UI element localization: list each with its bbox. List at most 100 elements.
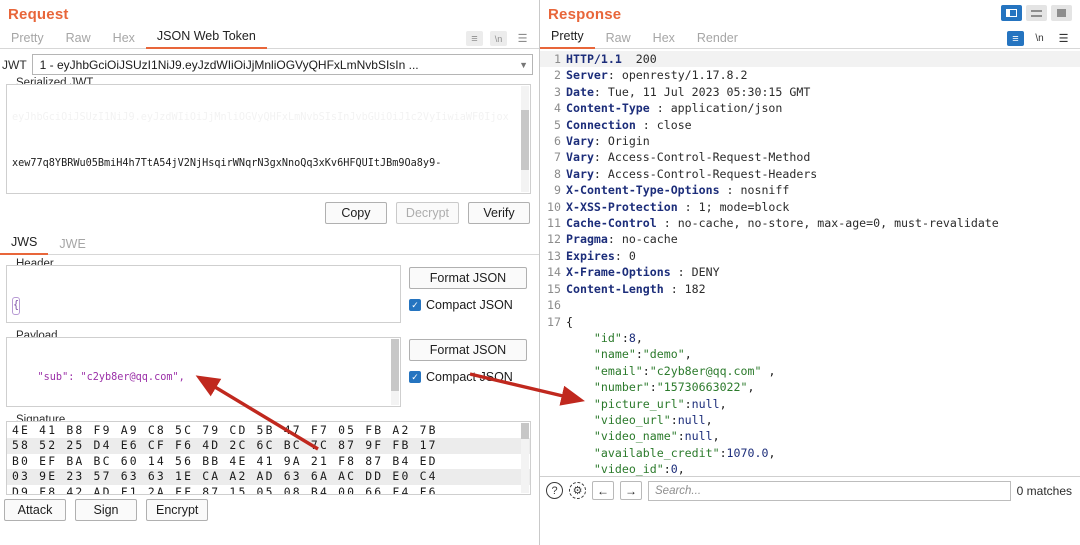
burp-suite-window: Request Pretty Raw Hex JSON Web Token ≡ …	[0, 0, 1080, 545]
header-group: Header { "alg": "RS256" } Format JSON ✓ …	[6, 258, 531, 323]
response-tab-pretty[interactable]: Pretty	[540, 27, 595, 49]
single-view-icon[interactable]	[1051, 5, 1072, 21]
response-line: 1 HTTP/1.1 200	[540, 51, 1080, 68]
line-number: 4	[554, 101, 561, 116]
tab-jwe[interactable]: JWE	[48, 235, 96, 255]
response-title: Response	[548, 6, 622, 23]
request-toolbar-icons: ≡ \n ☰	[466, 31, 539, 48]
line-number: 17	[547, 314, 561, 329]
newline-icon[interactable]: \n	[490, 31, 507, 46]
payload-compact-json-checkbox[interactable]: ✓ Compact JSON	[409, 370, 531, 384]
question-mark-icon[interactable]: ?	[546, 482, 563, 499]
header-side-controls: Format JSON ✓ Compact JSON	[409, 265, 531, 312]
response-line: "name":"demo",	[540, 346, 1080, 362]
line-number: 7	[554, 150, 561, 165]
response-body[interactable]: 1 HTTP/1.1 200 2 Server: openresty/1.17.8.2…	[540, 49, 1080, 504]
response-line: 9 X-Content-Type-Options : nosniff	[540, 182, 1080, 198]
request-tab-pretty[interactable]: Pretty	[0, 29, 55, 49]
line-content: "id":8,	[593, 330, 643, 345]
signature-scrollbar-thumb[interactable]	[521, 423, 529, 439]
line-content: "email":"c2yb8er@qq.com" ,	[593, 363, 776, 378]
response-toolbar-icons: ≡ \n ☰	[1007, 31, 1080, 48]
request-tab-json-web-token[interactable]: JSON Web Token	[145, 27, 267, 49]
line-content: "video_url":null,	[593, 412, 713, 427]
tab-jws[interactable]: JWS	[0, 233, 49, 255]
arrow-left-icon[interactable]: ←	[592, 481, 614, 500]
newline-icon[interactable]: \n	[1031, 31, 1048, 46]
signature-scrollbar[interactable]	[521, 423, 529, 493]
signature-row: B0 EF BA BC 60 14 56 BB 4E 41 9A 21 F8 8…	[12, 453, 438, 468]
jwt-bottom-buttons: Attack Sign Encrypt	[0, 495, 539, 521]
menu-icon[interactable]: ☰	[514, 31, 531, 46]
payload-compact-json-label: Compact JSON	[426, 370, 513, 384]
line-number: 5	[554, 117, 561, 132]
response-tab-hex[interactable]: Hex	[642, 29, 686, 49]
response-line: 3 Date: Tue, 11 Jul 2023 05:30:15 GMT	[540, 84, 1080, 100]
search-placeholder: Search...	[655, 484, 702, 497]
line-number: 11	[547, 216, 561, 231]
payload-scrollbar-thumb[interactable]	[391, 339, 399, 391]
response-tab-raw[interactable]: Raw	[595, 29, 642, 49]
split-view-icon[interactable]	[1001, 5, 1022, 21]
arrow-right-icon[interactable]: →	[620, 481, 642, 500]
line-number	[540, 363, 566, 379]
scrollbar-thumb[interactable]	[521, 110, 529, 170]
signature-hex-view[interactable]: 4E 41 B8 F9 A9 C8 5C 79 CD 5B 47 F7 05 F…	[6, 421, 531, 495]
jws-jwe-tabbar: JWS JWE	[0, 233, 539, 255]
serialized-jwt-textarea[interactable]: eyJhbGciOiJSUzI1NiJ9.eyJzdWIiOiJjMnliOGV…	[6, 84, 531, 194]
line-content: Cache-Control : no-cache, no-store, max-…	[566, 216, 999, 231]
copy-button[interactable]: Copy	[324, 202, 387, 224]
payload-scrollbar[interactable]	[391, 339, 399, 405]
payload-format-json-button[interactable]: Format JSON	[409, 339, 527, 361]
line-content: Vary: Origin	[566, 134, 650, 149]
request-tab-hex[interactable]: Hex	[102, 29, 146, 49]
header-format-json-button[interactable]: Format JSON	[409, 267, 527, 289]
response-line: "id":8,	[540, 330, 1080, 346]
serialized-scrollbar[interactable]	[521, 86, 529, 192]
word-wrap-icon[interactable]: ≡	[466, 31, 483, 46]
jwt-payload-editor[interactable]: "sub": "c2yb8er@qq.com", "role": "user",…	[6, 337, 401, 407]
response-line: 13 Expires: 0	[540, 248, 1080, 264]
serialized-jwt-group: Serialized JWT eyJhbGciOiJSUzI1NiJ9.eyJz…	[6, 77, 531, 194]
view-mode-buttons	[1001, 0, 1080, 21]
word-wrap-icon[interactable]: ≡	[1007, 31, 1024, 46]
jwt-select-value: 1 - eyJhbGciOiJSUzI1NiJ9.eyJzdWIiOiJjMnl…	[39, 57, 419, 72]
sign-button[interactable]: Sign	[75, 499, 137, 521]
chevron-down-icon: ▼	[519, 59, 528, 70]
line-number	[540, 445, 566, 461]
jwt-selector-row: JWT 1 - eyJhbGciOiJSUzI1NiJ9.eyJzdWIiOiJ…	[0, 49, 539, 78]
header-compact-json-label: Compact JSON	[426, 298, 513, 312]
line-number: 12	[547, 232, 561, 247]
jwt-label: JWT	[2, 57, 27, 72]
response-line: "picture_url":null,	[540, 396, 1080, 412]
rows-view-icon[interactable]	[1026, 5, 1047, 21]
response-line: 6 Vary: Origin	[540, 133, 1080, 149]
request-tab-raw[interactable]: Raw	[55, 29, 102, 49]
match-count-label: 0 matches	[1016, 483, 1072, 498]
encrypt-button[interactable]: Encrypt	[146, 499, 209, 521]
response-tab-render[interactable]: Render	[686, 29, 749, 49]
search-input[interactable]: Search...	[648, 480, 1011, 501]
response-line: 15 Content-Length : 182	[540, 281, 1080, 297]
jwt-header-editor[interactable]: { "alg": "RS256" }	[6, 265, 401, 323]
line-content: HTTP/1.1 200	[566, 52, 657, 66]
response-searchbar: ? ⚙ ← → Search... 0 matches	[540, 476, 1080, 504]
verify-button[interactable]: Verify	[468, 202, 530, 224]
line-content: X-XSS-Protection : 1; mode=block	[566, 199, 790, 214]
gear-icon[interactable]: ⚙	[569, 482, 586, 499]
line-content: Content-Type : application/json	[566, 101, 783, 116]
response-line: 7 Vary: Access-Control-Request-Method	[540, 149, 1080, 165]
attack-button[interactable]: Attack	[4, 499, 66, 521]
header-compact-json-checkbox[interactable]: ✓ Compact JSON	[409, 298, 531, 312]
line-number	[540, 330, 566, 346]
jwt-select[interactable]: 1 - eyJhbGciOiJSUzI1NiJ9.eyJzdWIiOiJjMnl…	[31, 54, 533, 75]
menu-icon[interactable]: ☰	[1055, 31, 1072, 46]
line-number: 10	[547, 199, 561, 214]
jwt-action-buttons: Copy Decrypt Verify	[0, 194, 539, 224]
line-number: 9	[554, 183, 561, 198]
line-content: {	[566, 314, 573, 329]
signature-row: D9 F8 42 AD F1 2A FF 87 15 05 08 B4 00 6…	[12, 484, 438, 495]
response-line: 5 Connection : close	[540, 117, 1080, 133]
response-line: 17 {	[540, 314, 1080, 330]
decrypt-button[interactable]: Decrypt	[395, 202, 459, 224]
